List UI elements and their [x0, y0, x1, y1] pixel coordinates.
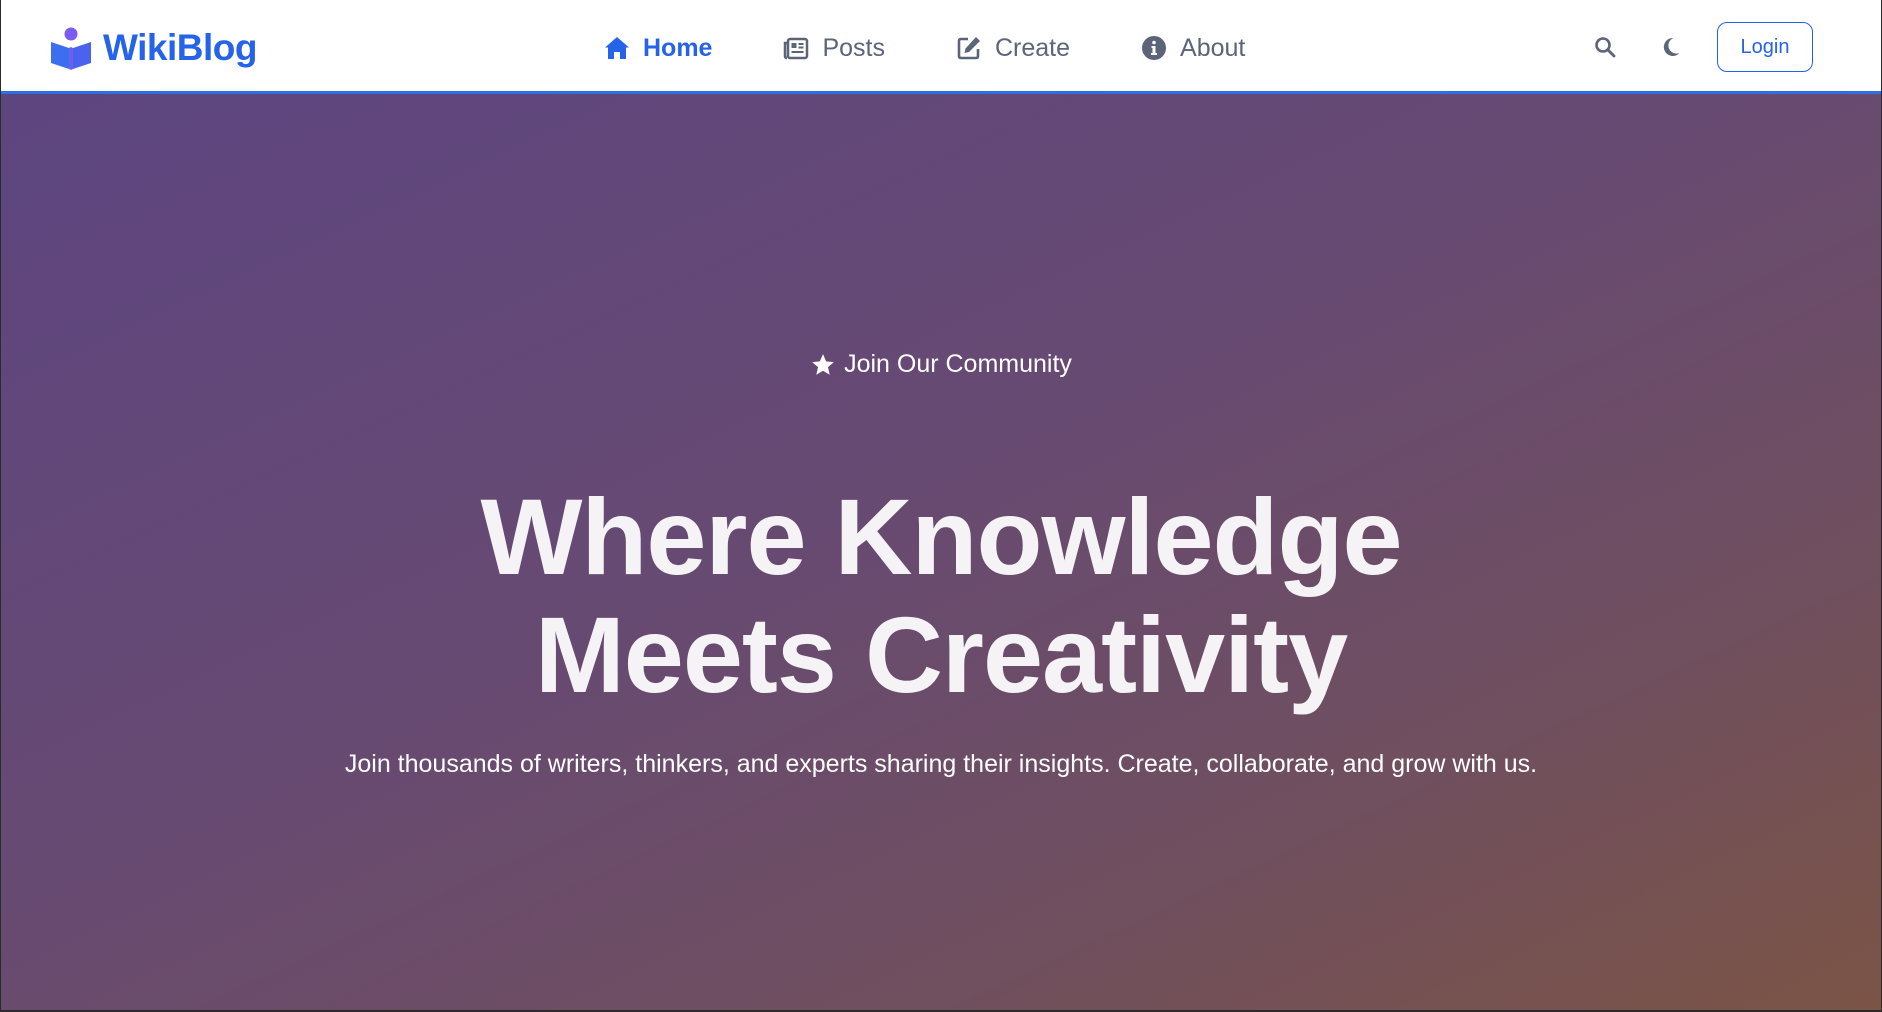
- hero-subtitle: Join thousands of writers, thinkers, and…: [344, 750, 1538, 778]
- badge-text: Join Our Community: [844, 350, 1072, 378]
- edit-icon: [957, 37, 980, 60]
- hero-title-line-1: Where Knowledge: [480, 476, 1402, 597]
- nav-about[interactable]: About: [1140, 34, 1245, 63]
- login-button[interactable]: Login: [1717, 22, 1813, 72]
- hero-section: Join Our Community Where Knowledge Meets…: [1, 94, 1881, 1010]
- nav-posts[interactable]: Posts: [782, 34, 885, 63]
- nav-posts-label: Posts: [822, 33, 885, 62]
- search-button[interactable]: [1585, 27, 1625, 67]
- nav-actions: Login: [1585, 22, 1813, 72]
- info-circle-icon: [1142, 36, 1167, 60]
- hero-title-line-2: Meets Creativity: [534, 594, 1348, 715]
- nav-about-label: About: [1180, 33, 1246, 62]
- search-icon: [1595, 37, 1616, 58]
- main-nav: Home Posts Create About: [603, 30, 1245, 66]
- navbar: WikiBlog Home Posts Create About Login: [1, 0, 1881, 94]
- home-icon: [605, 37, 629, 59]
- nav-home-label: Home: [643, 33, 713, 62]
- theme-toggle-button[interactable]: [1651, 27, 1691, 67]
- star-icon: [812, 353, 834, 375]
- brand-logo-link[interactable]: WikiBlog: [49, 26, 257, 70]
- page: WikiBlog Home Posts Create About Login J…: [1, 0, 1881, 1010]
- reader-book-icon: [51, 27, 91, 70]
- newspaper-icon: [784, 37, 809, 60]
- nav-create-label: Create: [995, 33, 1071, 62]
- moon-icon: [1663, 37, 1680, 56]
- nav-create[interactable]: Create: [955, 34, 1070, 63]
- brand-name: WikiBlog: [103, 27, 257, 68]
- nav-home[interactable]: Home: [603, 34, 712, 63]
- hero-title: Where Knowledge Meets Creativity: [1, 478, 1881, 714]
- community-badge: Join Our Community: [1, 350, 1881, 379]
